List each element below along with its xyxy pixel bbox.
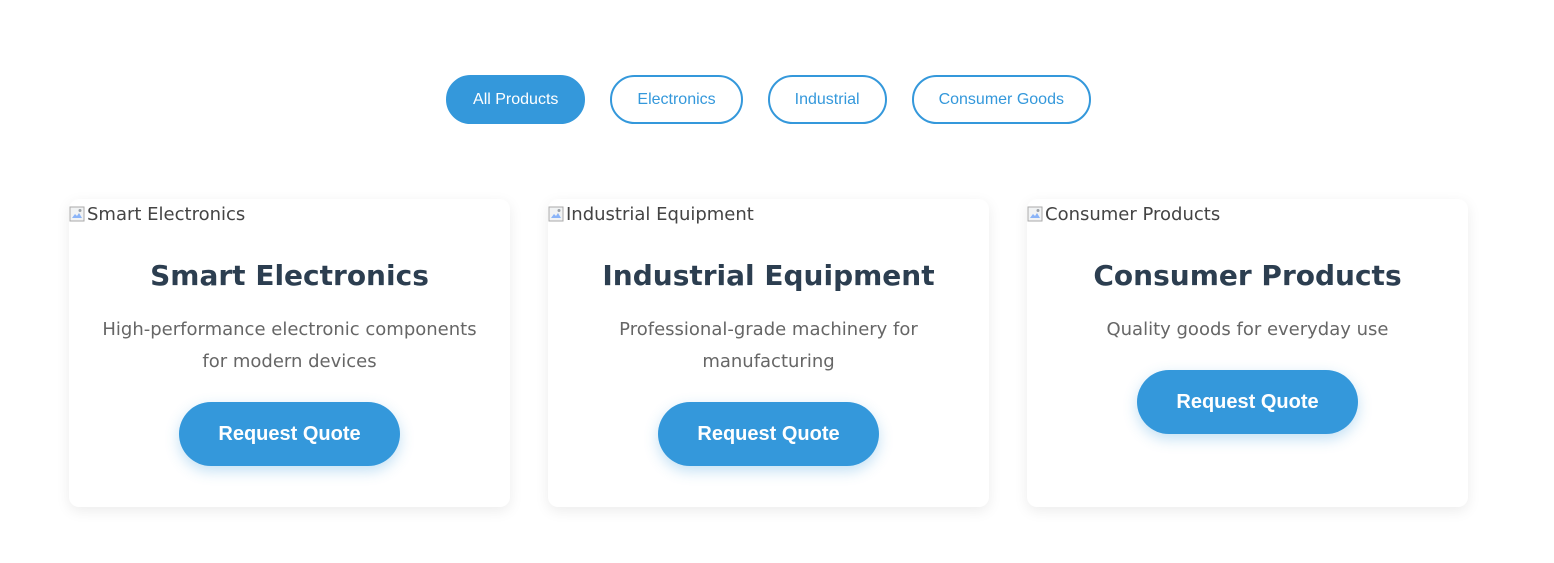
filter-electronics-button[interactable]: Electronics xyxy=(610,75,743,124)
product-card-consumer-products: Consumer Products Consumer Products Qual… xyxy=(1027,199,1468,507)
product-filter-bar: All Products Electronics Industrial Cons… xyxy=(0,75,1537,124)
product-image: Consumer Products xyxy=(1027,199,1220,229)
request-quote-button[interactable]: Request Quote xyxy=(1137,370,1358,434)
product-page: All Products Electronics Industrial Cons… xyxy=(0,0,1554,563)
broken-image-icon xyxy=(548,206,564,222)
request-quote-button[interactable]: Request Quote xyxy=(658,402,879,466)
broken-image-icon xyxy=(69,206,85,222)
product-image-alt-text: Consumer Products xyxy=(1045,203,1221,225)
product-description: High-performance electronic components f… xyxy=(102,319,477,372)
product-title: Smart Electronics xyxy=(150,259,429,292)
product-image: Smart Electronics xyxy=(69,199,245,229)
product-image-alt-text: Industrial Equipment xyxy=(566,203,754,225)
product-image: Industrial Equipment xyxy=(548,199,754,229)
product-card-grid: Smart Electronics Smart Electronics High… xyxy=(69,199,1468,507)
product-description: Quality goods for everyday use xyxy=(1106,319,1389,340)
product-title: Consumer Products xyxy=(1093,259,1402,292)
filter-industrial-button[interactable]: Industrial xyxy=(767,75,887,124)
broken-image-icon xyxy=(1027,206,1043,222)
product-title: Industrial Equipment xyxy=(602,259,935,292)
product-description: Professional-grade machinery for manufac… xyxy=(619,319,918,372)
filter-all-products-button[interactable]: All Products xyxy=(446,75,586,124)
product-card-smart-electronics: Smart Electronics Smart Electronics High… xyxy=(69,199,510,507)
product-card-industrial-equipment: Industrial Equipment Industrial Equipmen… xyxy=(548,199,989,507)
request-quote-button[interactable]: Request Quote xyxy=(179,402,400,466)
product-image-alt-text: Smart Electronics xyxy=(87,203,246,225)
filter-consumer-goods-button[interactable]: Consumer Goods xyxy=(911,75,1091,124)
